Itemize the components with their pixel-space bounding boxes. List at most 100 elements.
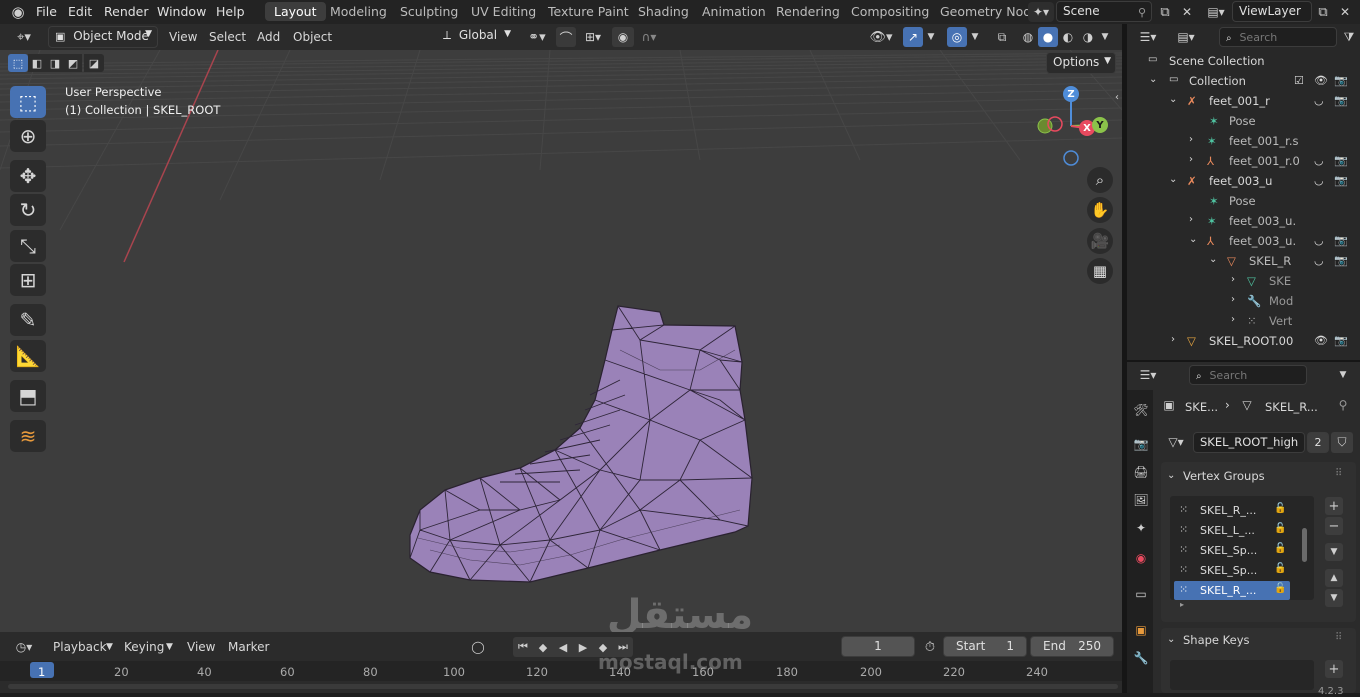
- annotate-tool-icon[interactable]: ✎: [10, 304, 46, 336]
- measure-tool-icon[interactable]: 📐: [10, 340, 46, 372]
- remove-view-layer-icon[interactable]: ✕: [1336, 2, 1354, 22]
- list-item[interactable]: ⁙ SKEL_R_... 🔓: [1174, 501, 1290, 520]
- camera-view-icon[interactable]: 🎥: [1087, 228, 1113, 254]
- blender-logo-icon[interactable]: ◉: [8, 2, 28, 22]
- view-layer-tab-icon[interactable]: 🖼: [1131, 490, 1151, 510]
- properties-search[interactable]: ⌕ Search: [1189, 365, 1307, 385]
- shape-keys-title[interactable]: Shape Keys: [1183, 633, 1250, 647]
- fake-user-shield-icon[interactable]: ⛉: [1331, 432, 1353, 453]
- proportional-edit-icon[interactable]: ◉: [612, 27, 634, 47]
- eye-icon[interactable]: 👁: [1314, 334, 1328, 347]
- modifier-tab-icon[interactable]: 🔧: [1131, 648, 1151, 668]
- camera-icon[interactable]: 📷: [1334, 174, 1348, 187]
- tab-compositing[interactable]: Compositing: [851, 4, 929, 19]
- menu-timeline-view[interactable]: View: [187, 640, 215, 654]
- prev-keyframe-icon[interactable]: ◆: [533, 637, 553, 657]
- gizmo-z-icon[interactable]: Z: [1063, 86, 1079, 102]
- visibility-icon[interactable]: 👁▾: [866, 27, 896, 47]
- start-frame-field[interactable]: Start 1: [943, 636, 1027, 657]
- jump-start-icon[interactable]: ⏮: [513, 637, 533, 657]
- display-mode-icon[interactable]: ▤▾: [1171, 27, 1201, 47]
- select-subtract-icon[interactable]: ◨: [46, 54, 64, 72]
- move-up-icon[interactable]: ▲: [1325, 569, 1343, 587]
- outliner-row[interactable]: › ▽ SKE: [1127, 271, 1360, 291]
- list-resize-handle[interactable]: ▸: [1180, 600, 1184, 609]
- shape-keys-list[interactable]: [1170, 660, 1314, 690]
- eye-icon[interactable]: 👁: [1314, 74, 1328, 87]
- outliner-row[interactable]: ▭ Scene Collection: [1127, 51, 1360, 71]
- menu-object[interactable]: Object: [293, 30, 332, 44]
- scale-tool-icon[interactable]: ⤡: [10, 230, 46, 262]
- vertex-groups-title[interactable]: Vertex Groups: [1183, 469, 1265, 483]
- remove-icon[interactable]: −: [1325, 517, 1343, 535]
- view-layer-icon[interactable]: ▤▾: [1202, 2, 1230, 22]
- shading-dropdown-icon[interactable]: ▼: [1098, 27, 1112, 47]
- pivot-icon[interactable]: ⚭▾: [522, 27, 552, 47]
- options-dropdown[interactable]: Options ▼: [1046, 52, 1116, 74]
- current-frame-field[interactable]: 1: [841, 636, 915, 657]
- gizmo-dropdown-icon[interactable]: ▼: [924, 27, 938, 47]
- 3d-viewport[interactable]: User Perspective (1) Collection | SKEL_R…: [0, 50, 1122, 632]
- new-scene-icon[interactable]: ⧉: [1154, 2, 1176, 22]
- users-count[interactable]: 2: [1307, 432, 1329, 453]
- cursor-tool-icon[interactable]: ⊕: [10, 120, 46, 152]
- move-down-icon[interactable]: ▼: [1325, 589, 1343, 607]
- pin-icon[interactable]: ⚲: [1134, 3, 1150, 21]
- xray-icon[interactable]: ⧉: [992, 27, 1012, 47]
- eye-closed-icon[interactable]: ◡: [1314, 94, 1324, 107]
- solid-shading-icon[interactable]: ●: [1038, 27, 1058, 47]
- menu-window[interactable]: Window: [157, 4, 206, 19]
- material-shading-icon[interactable]: ◐: [1058, 27, 1078, 47]
- outliner-row[interactable]: ⌄ ▭ Collection ☑ 👁 📷: [1127, 71, 1360, 91]
- drag-handle-icon[interactable]: ⠿: [1335, 468, 1342, 479]
- list-item[interactable]: ⁙ SKEL_Sp... 🔓: [1174, 541, 1290, 560]
- select-intersect-icon[interactable]: ◪: [84, 54, 104, 72]
- pan-hand-icon[interactable]: ✋: [1087, 197, 1113, 223]
- add-shape-key-icon[interactable]: +: [1325, 660, 1343, 678]
- tab-geometry-nodes[interactable]: Geometry Nod: [940, 4, 1031, 19]
- stopwatch-icon[interactable]: ⏱: [920, 637, 940, 657]
- play-reverse-icon[interactable]: ◀: [553, 637, 573, 657]
- snap-target-icon[interactable]: ⊞▾: [578, 27, 608, 47]
- rendered-shading-icon[interactable]: ◑: [1078, 27, 1098, 47]
- list-item[interactable]: ⁙ SKEL_Sp... 🔓: [1174, 561, 1290, 580]
- eye-closed-icon[interactable]: ◡: [1314, 234, 1324, 247]
- outliner-row[interactable]: › 🔧 Mod: [1127, 291, 1360, 311]
- select-new-icon[interactable]: ⬚: [8, 54, 28, 72]
- tab-texture-paint[interactable]: Texture Paint: [548, 4, 629, 19]
- outliner-row[interactable]: ⌄ ✗ feet_001_r ◡ 📷: [1127, 91, 1360, 111]
- outliner-search[interactable]: ⌕ Search: [1219, 27, 1337, 47]
- falloff-icon[interactable]: ∩▾: [636, 27, 662, 47]
- outliner-row[interactable]: › ⁙ Vert: [1127, 311, 1360, 331]
- outliner-row[interactable]: ⌄ ✗ feet_003_u ◡ 📷: [1127, 171, 1360, 191]
- tab-rendering[interactable]: Rendering: [776, 4, 840, 19]
- menu-marker[interactable]: Marker: [228, 640, 269, 654]
- move-tool-icon[interactable]: ✥: [10, 160, 46, 192]
- select-extend-icon[interactable]: ◧: [28, 54, 46, 72]
- menu-add[interactable]: Add: [257, 30, 280, 44]
- select-box-tool-icon[interactable]: ⬚: [10, 86, 46, 118]
- chevron-down-icon[interactable]: ⌄: [1167, 470, 1175, 481]
- editor-type-icon[interactable]: ⌖▾: [8, 27, 40, 47]
- menu-file[interactable]: File: [36, 4, 57, 19]
- outliner-row[interactable]: › ✶ feet_001_r.s: [1127, 131, 1360, 151]
- tab-uv-editing[interactable]: UV Editing: [471, 4, 536, 19]
- chevron-down-icon[interactable]: ⌄: [1167, 634, 1175, 645]
- timeline-editor-icon[interactable]: ◷▾: [8, 637, 40, 657]
- camera-icon[interactable]: 📷: [1334, 254, 1348, 267]
- drag-handle-icon[interactable]: ⠿: [1335, 632, 1342, 643]
- list-item[interactable]: ⁙ SKEL_R_... 🔓: [1174, 581, 1290, 600]
- outliner-row[interactable]: ✶ Pose: [1127, 111, 1360, 131]
- gizmo-y-icon[interactable]: Y: [1092, 117, 1108, 133]
- mode-dropdown[interactable]: ▣ Object Mode ▼: [48, 26, 158, 48]
- properties-editor-icon[interactable]: ☰▾: [1133, 365, 1163, 385]
- list-item[interactable]: ⁙ SKEL_L_... 🔓: [1174, 521, 1290, 540]
- pin-icon[interactable]: ⚲: [1335, 396, 1351, 414]
- menu-view[interactable]: View: [169, 30, 197, 44]
- mesh-data-icon[interactable]: ▽▾: [1161, 432, 1191, 452]
- eye-closed-icon[interactable]: ◡: [1314, 174, 1324, 187]
- outliner-row[interactable]: ⌄ ⅄ feet_003_u. ◡ 📷: [1127, 231, 1360, 251]
- scene-tab-icon[interactable]: ✦: [1131, 518, 1151, 538]
- grease-pencil-tool-icon[interactable]: ≋: [10, 420, 46, 452]
- menu-edit[interactable]: Edit: [68, 4, 92, 19]
